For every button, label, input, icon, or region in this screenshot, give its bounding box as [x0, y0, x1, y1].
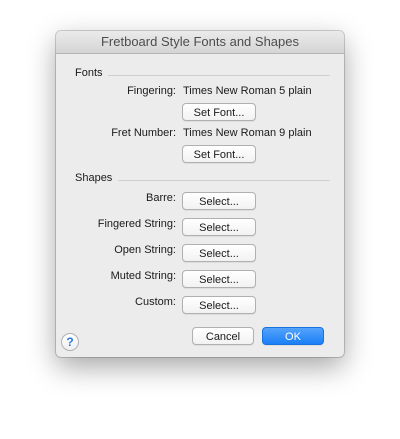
- question-mark-icon: ?: [66, 335, 74, 349]
- shape-row-label-barre: Barre:: [146, 192, 176, 204]
- fonts-section-label: Fonts: [75, 67, 103, 79]
- fingering-set-font-button[interactable]: Set Font...: [182, 103, 256, 121]
- fingering-label: Fingering:: [127, 85, 176, 97]
- shapes-section-divider: [118, 180, 330, 181]
- shape-row-label-fingered-string: Fingered String:: [97, 218, 176, 230]
- fret-number-set-font-button[interactable]: Set Font...: [182, 145, 256, 163]
- fonts-section-divider: [108, 75, 330, 76]
- fingering-font-value: Times New Roman 5 plain: [183, 85, 312, 97]
- help-button[interactable]: ?: [61, 333, 79, 351]
- custom-select-button[interactable]: Select...: [182, 296, 256, 314]
- barre-select-button[interactable]: Select...: [182, 192, 256, 210]
- shape-row-label-open-string: Open String:: [114, 244, 176, 256]
- fret-number-font-value: Times New Roman 9 plain: [183, 127, 312, 139]
- fonts-and-shapes-dialog: Fretboard Style Fonts and Shapes Fonts F…: [56, 31, 344, 357]
- cancel-button[interactable]: Cancel: [192, 327, 254, 345]
- shape-row-label-custom: Custom:: [135, 296, 176, 308]
- fingered-string-select-button[interactable]: Select...: [182, 218, 256, 236]
- shapes-section-label: Shapes: [75, 172, 113, 184]
- open-string-select-button[interactable]: Select...: [182, 244, 256, 262]
- shape-row-label-muted-string: Muted String:: [110, 270, 176, 282]
- ok-button[interactable]: OK: [262, 327, 324, 345]
- muted-string-select-button[interactable]: Select...: [182, 270, 256, 288]
- window-title: Fretboard Style Fonts and Shapes: [56, 31, 344, 54]
- fret-number-label: Fret Number:: [111, 127, 176, 139]
